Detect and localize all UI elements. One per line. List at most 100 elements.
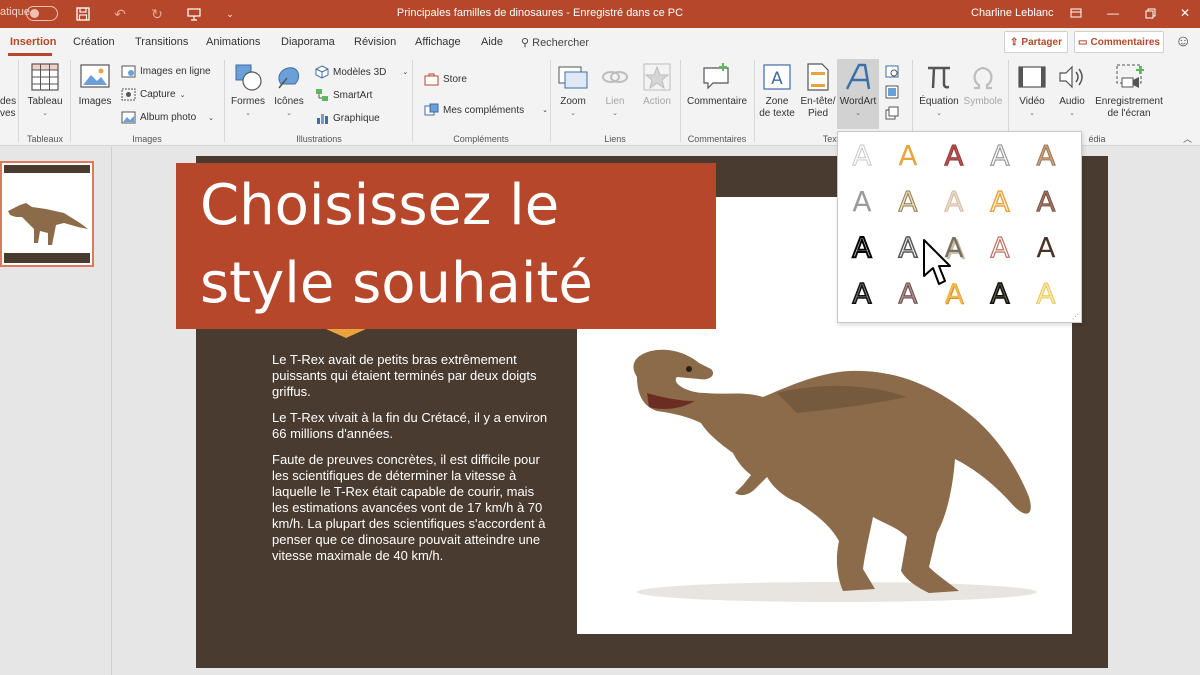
group-label-tableaux: Tableaux xyxy=(26,134,64,144)
store-button[interactable]: Store xyxy=(424,72,467,86)
ribbon-display-options-icon[interactable] xyxy=(1066,4,1086,22)
restore-icon[interactable] xyxy=(1140,4,1160,22)
wordart-style-pattern-gold[interactable]: A xyxy=(980,274,1020,314)
chevron-down-icon: ⌄ xyxy=(855,110,861,117)
tab-diaporama[interactable]: Diaporama xyxy=(281,36,335,48)
addins-icon xyxy=(424,103,439,116)
wordart-style-tan-gradient[interactable]: A xyxy=(1026,136,1066,176)
wordart-style-pink-outline[interactable]: A xyxy=(980,228,1020,268)
svg-text:A: A xyxy=(771,69,783,89)
new-slide-label-fragment[interactable]: des xyxy=(0,96,16,107)
tab-transitions[interactable]: Transitions xyxy=(135,36,188,48)
zoom-button[interactable]: Zoom ⌄ xyxy=(554,62,592,120)
tab-affichage[interactable]: Affichage xyxy=(415,36,461,48)
wordart-button[interactable]: WordArt ⌄ xyxy=(837,62,879,120)
smartart-icon xyxy=(316,89,328,101)
tab-insertion[interactable]: Insertion xyxy=(10,36,56,48)
shapes-button[interactable]: Formes ⌄ xyxy=(228,62,268,120)
smartart-button[interactable]: SmartArt xyxy=(315,88,372,102)
text-box-button[interactable]: A Zone de texte xyxy=(757,62,797,120)
group-separator xyxy=(680,60,681,142)
audio-label: Audio xyxy=(1059,96,1085,107)
link-label: Lien xyxy=(605,96,625,107)
symbol-button[interactable]: Symbole xyxy=(962,62,1004,108)
body-paragraph: Le T-Rex avait de petits bras extrêmemen… xyxy=(272,352,537,399)
online-images-button[interactable]: Images en ligne xyxy=(121,65,211,78)
photo-album-icon xyxy=(121,111,136,124)
date-time-icon xyxy=(885,65,899,78)
video-button[interactable]: Vidéo ⌄ xyxy=(1012,62,1052,120)
wordart-style-gold-gradient[interactable]: A xyxy=(888,182,928,222)
wordart-style-gold-fill[interactable]: A xyxy=(888,136,928,176)
header-footer-button[interactable]: En-tête/ Pied xyxy=(798,62,838,120)
text-box-label-2: de texte xyxy=(759,108,795,119)
images-button[interactable]: Images xyxy=(74,62,116,108)
photo-album-button[interactable]: Album photo ⌄ xyxy=(121,111,214,124)
online-images-label: Images en ligne xyxy=(140,66,211,77)
my-addins-button[interactable]: Mes compléments ⌄ xyxy=(424,103,548,117)
audio-button[interactable]: Audio ⌄ xyxy=(1052,62,1092,120)
action-button[interactable]: Action xyxy=(638,62,676,108)
symbol-label: Symbole xyxy=(963,96,1003,107)
wordart-style-gold-outline[interactable]: A xyxy=(980,182,1020,222)
chart-button[interactable]: Graphique xyxy=(315,111,380,125)
share-button[interactable]: ⇪ Partager xyxy=(1004,31,1068,53)
wordart-style-outline-gray[interactable]: A xyxy=(980,136,1020,176)
wordart-style-light-gold[interactable]: A xyxy=(1026,274,1066,314)
new-comment-button[interactable]: Commentaire xyxy=(684,62,750,108)
feedback-smiley-icon[interactable]: ☺ xyxy=(1175,33,1191,51)
omega-icon xyxy=(973,66,993,90)
wordart-style-gray-fill[interactable]: A xyxy=(842,182,882,222)
comments-button[interactable]: ▭ Commentaires xyxy=(1074,31,1164,53)
chevron-down-icon: ⌄ xyxy=(245,110,251,117)
tab-animations[interactable]: Animations xyxy=(206,36,260,48)
new-comment-icon xyxy=(703,63,729,90)
slide-number-button[interactable] xyxy=(885,85,899,99)
chevron-down-icon: ⌄ xyxy=(179,91,186,99)
link-button[interactable]: Lien ⌄ xyxy=(596,62,634,120)
slide-thumbnail-pane xyxy=(0,147,112,675)
object-button[interactable] xyxy=(885,106,899,120)
slide-title: Choisissez le style souhaité xyxy=(200,173,593,316)
group-separator xyxy=(412,60,413,142)
icons-label: Icônes xyxy=(274,96,304,107)
minimize-icon[interactable]: — xyxy=(1103,4,1123,22)
wordart-style-red-gradient[interactable]: A xyxy=(934,136,974,176)
new-slide-label-fragment-2[interactable]: ves xyxy=(0,108,16,119)
film-icon xyxy=(1018,66,1046,88)
slide-title-box[interactable]: Choisissez le style souhaité xyxy=(176,163,716,329)
slide-thumbnail[interactable] xyxy=(0,161,94,267)
table-label: Tableau xyxy=(27,96,63,107)
table-button[interactable]: Tableau ⌄ xyxy=(22,62,68,120)
icons-button[interactable]: Icônes ⌄ xyxy=(270,62,308,120)
table-icon xyxy=(31,63,59,91)
user-name[interactable]: Charline Leblanc xyxy=(971,7,1054,19)
wordart-style-pattern-black[interactable]: A xyxy=(842,274,882,314)
3d-models-button[interactable]: Modèles 3D ⌄ xyxy=(315,65,408,79)
wordart-style-brown-gradient[interactable]: A xyxy=(1026,182,1066,222)
chart-icon xyxy=(317,114,328,124)
date-time-button[interactable] xyxy=(885,64,899,78)
wordart-style-beige-fill[interactable]: A xyxy=(934,182,974,222)
wordart-style-outline-light[interactable]: A xyxy=(842,136,882,176)
tab-creation[interactable]: Création xyxy=(73,36,115,48)
wordart-gallery: AAAAAAAAAAAAAAAAAAAA ⋰ xyxy=(837,131,1082,323)
close-icon[interactable]: ✕ xyxy=(1175,4,1195,22)
slide-body-text[interactable]: Le T-Rex avait de petits bras extrêmemen… xyxy=(272,352,552,574)
group-separator xyxy=(550,60,551,142)
title-bar: atique ↶ ↻ ⌄ Principales familles de din… xyxy=(0,0,1200,28)
tab-revision[interactable]: Révision xyxy=(354,36,396,48)
search-box[interactable]: ⚲ Rechercher xyxy=(521,36,589,49)
3d-models-label: Modèles 3D xyxy=(333,66,387,78)
wordart-style-white-black-outline[interactable]: A xyxy=(842,228,882,268)
resize-grip-icon[interactable]: ⋰ xyxy=(1072,313,1079,321)
collapse-ribbon-icon[interactable]: ︿ xyxy=(1183,132,1192,145)
screenshot-button[interactable]: Capture ⌄ xyxy=(121,88,185,101)
group-separator xyxy=(18,60,19,142)
speaker-icon xyxy=(1059,65,1083,89)
screen-recording-button[interactable]: Enregistrement de l'écran xyxy=(1094,62,1164,120)
store-label: Store xyxy=(443,73,467,85)
wordart-style-dark-brown-fill[interactable]: A xyxy=(1026,228,1066,268)
equation-button[interactable]: Équation ⌄ xyxy=(916,62,962,120)
tab-aide[interactable]: Aide xyxy=(481,36,503,48)
